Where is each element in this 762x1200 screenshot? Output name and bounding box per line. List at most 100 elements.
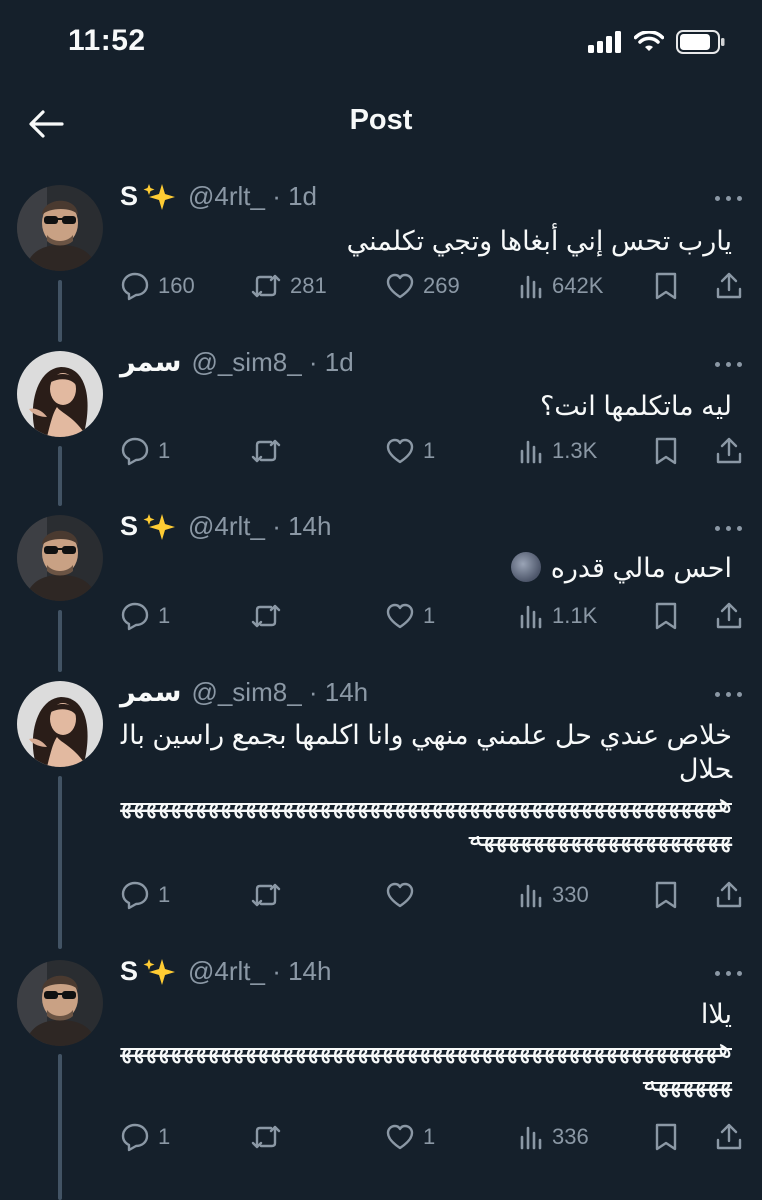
thread-line	[58, 1054, 62, 1200]
retweet-button[interactable]	[250, 880, 290, 910]
like-button[interactable]: 269	[385, 271, 460, 301]
avatar[interactable]	[17, 351, 103, 437]
display-name[interactable]: S	[120, 181, 138, 212]
views-button[interactable]: 336	[518, 1122, 589, 1152]
heart-icon	[386, 882, 414, 908]
retweet-button[interactable]	[250, 601, 290, 631]
more-options-button[interactable]	[715, 354, 742, 374]
like-count: 1	[423, 438, 436, 463]
retweet-button[interactable]	[250, 436, 290, 466]
display-name[interactable]: S	[120, 956, 138, 987]
reply-button[interactable]: 1	[120, 1122, 170, 1152]
tweet-laugh-text: هههههههههههههههههههههههههههههههههههههههه…	[120, 1033, 732, 1097]
share-button[interactable]	[714, 271, 744, 301]
display-name[interactable]: سمر	[120, 677, 181, 708]
like-button[interactable]: 1	[385, 1122, 435, 1152]
retweet-icon	[251, 1125, 281, 1149]
avatar[interactable]	[17, 185, 103, 271]
like-count: 1	[423, 1124, 436, 1149]
status-icons	[588, 30, 726, 54]
tweet-actions: 1 1 1.1K	[120, 601, 742, 633]
retweet-button[interactable]	[250, 1122, 290, 1152]
share-button[interactable]	[714, 601, 744, 631]
views-button[interactable]: 330	[518, 880, 589, 910]
cellular-signal-icon	[588, 31, 621, 53]
bar-chart-icon	[520, 1126, 542, 1150]
speech-bubble-icon	[121, 437, 149, 466]
bookmark-button[interactable]	[652, 1122, 680, 1152]
handle-timestamp[interactable]: @4rlt_ · 14h	[188, 511, 331, 542]
views-button[interactable]: 1.3K	[518, 436, 597, 466]
sparkles-emoji	[143, 513, 176, 540]
avatar[interactable]	[17, 681, 103, 767]
reply-button[interactable]: 160	[120, 271, 195, 301]
thread-line	[58, 446, 62, 506]
reply-button[interactable]: 1	[120, 436, 170, 466]
woman-photo	[17, 351, 103, 437]
like-button[interactable]	[385, 880, 423, 910]
like-button[interactable]: 1	[385, 436, 435, 466]
display-name[interactable]: S	[120, 511, 138, 542]
battery-icon	[676, 30, 725, 54]
share-icon	[716, 881, 742, 908]
share-button[interactable]	[714, 1122, 744, 1152]
retweet-count: 281	[290, 273, 327, 298]
bookmark-button[interactable]	[652, 436, 680, 466]
views-button[interactable]: 1.1K	[518, 601, 597, 631]
share-button[interactable]	[714, 436, 744, 466]
share-icon	[716, 437, 742, 464]
man-sunglasses-photo	[17, 185, 103, 271]
reply-count: 1	[158, 882, 171, 907]
tweet-laugh-text: هههههههههههههههههههههههههههههههههههههههه…	[120, 788, 732, 852]
tweet-text: خلاص عندي حل علمني منهي وانا اكلمها بجمع…	[120, 720, 732, 784]
reply-count: 1	[158, 603, 171, 628]
tweet-actions: 1 1 1.3K	[120, 436, 742, 468]
handle-timestamp[interactable]: @_sim8_ · 1d	[191, 347, 353, 378]
retweet-icon	[251, 604, 281, 628]
avatar[interactable]	[17, 515, 103, 601]
avatar[interactable]	[17, 960, 103, 1046]
heart-icon	[386, 1124, 414, 1150]
handle-timestamp[interactable]: @4rlt_ · 1d	[188, 181, 317, 212]
speech-bubble-icon	[121, 881, 149, 910]
more-options-button[interactable]	[715, 188, 742, 208]
like-count: 269	[423, 273, 460, 298]
reply-button[interactable]: 1	[120, 880, 170, 910]
thread-line	[58, 610, 62, 672]
handle-timestamp[interactable]: @_sim8_ · 14h	[191, 677, 368, 708]
more-options-button[interactable]	[715, 518, 742, 538]
tweet-text: احس مالي قدره	[550, 553, 732, 583]
view-count: 330	[552, 882, 589, 907]
handle-timestamp[interactable]: @4rlt_ · 14h	[188, 956, 331, 987]
bookmark-icon	[655, 1123, 677, 1151]
tweet-text-wrap: خلاص عندي حل علمني منهي وانا اكلمها بجمع…	[120, 718, 732, 854]
bar-chart-icon	[520, 440, 542, 464]
bookmark-icon	[655, 602, 677, 630]
retweet-icon	[251, 274, 281, 298]
like-count: 1	[423, 603, 436, 628]
tweet-actions: 1 1 336	[120, 1122, 742, 1154]
bar-chart-icon	[520, 605, 542, 629]
display-name[interactable]: سمر	[120, 347, 181, 378]
status-bar: 11:52	[0, 0, 762, 84]
bookmark-button[interactable]	[652, 880, 680, 910]
tweet-text: ليه ماتكلمها انت؟	[539, 391, 732, 421]
more-options-button[interactable]	[715, 684, 742, 704]
retweet-button[interactable]: 281	[250, 271, 327, 301]
more-options-button[interactable]	[715, 963, 742, 983]
reply-button[interactable]: 1	[120, 601, 170, 631]
heart-icon	[386, 603, 414, 629]
bar-chart-icon	[520, 884, 542, 908]
heart-icon	[386, 438, 414, 464]
share-icon	[716, 272, 742, 299]
share-button[interactable]	[714, 880, 744, 910]
bookmark-button[interactable]	[652, 601, 680, 631]
bookmark-icon	[655, 881, 677, 909]
tweet-text-wrap: احس مالي قدره	[120, 551, 732, 585]
thread-line	[58, 280, 62, 342]
page-title: Post	[349, 104, 413, 136]
like-button[interactable]: 1	[385, 601, 435, 631]
bookmark-button[interactable]	[652, 271, 680, 301]
speech-bubble-icon	[121, 1123, 149, 1152]
views-button[interactable]: 642K	[518, 271, 603, 301]
